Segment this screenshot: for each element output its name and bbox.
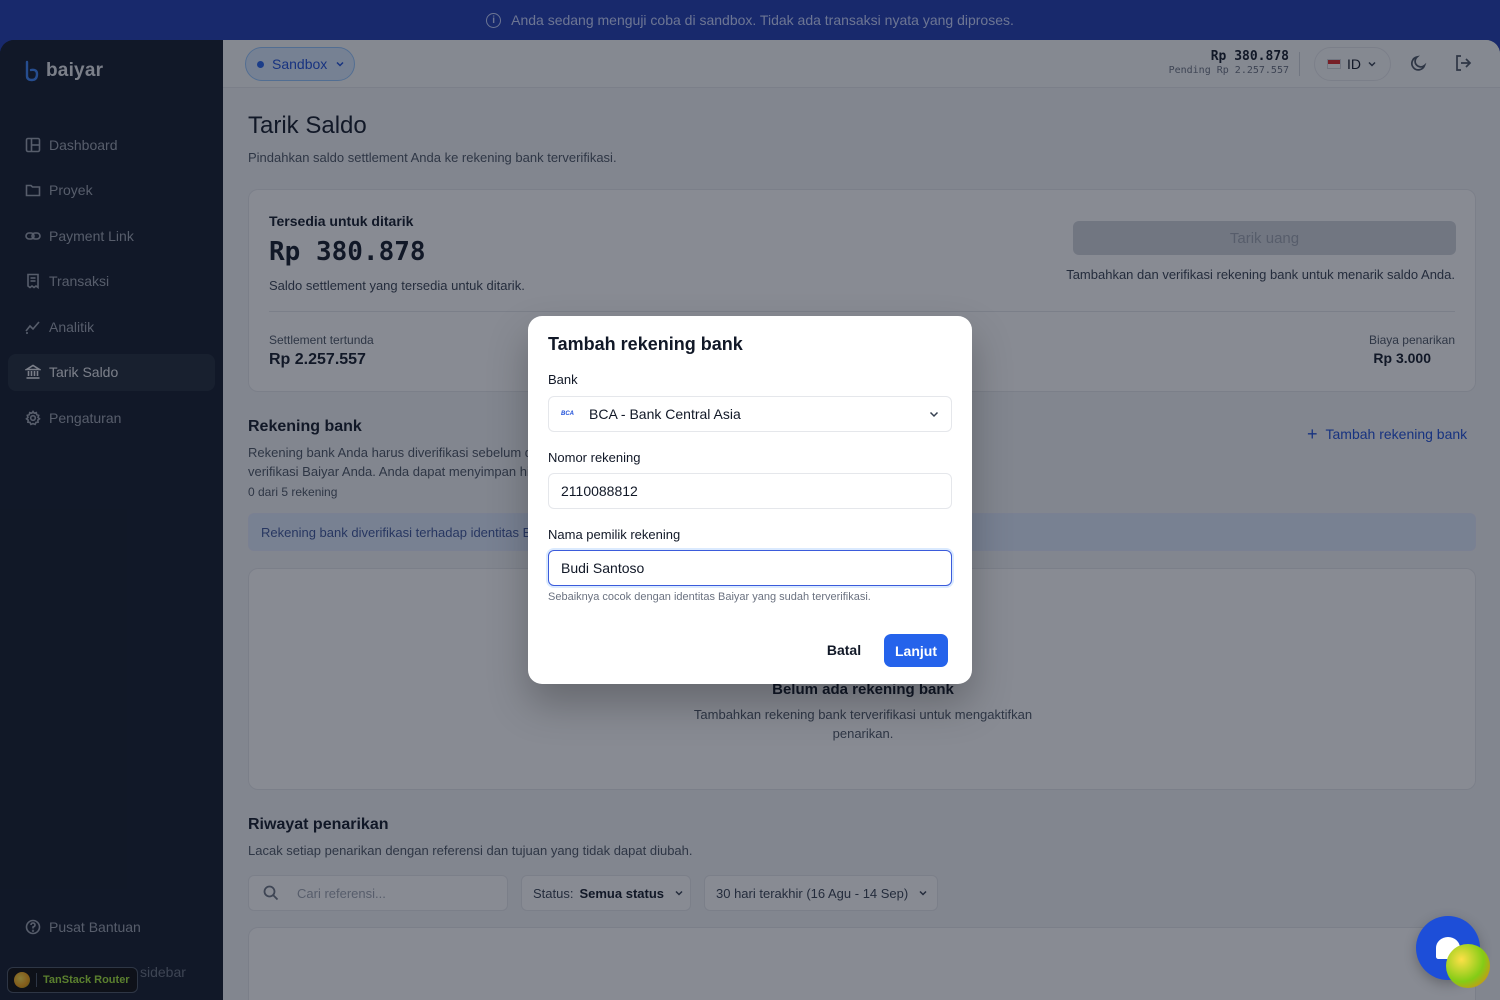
dialog-title: Tambah rekening bank xyxy=(548,334,743,354)
bank-select-value: BCA - Bank Central Asia xyxy=(589,406,741,422)
add-bank-account-dialog: Tambah rekening bank Bank BCA BCA - Bank… xyxy=(528,316,972,684)
chevron-down-icon xyxy=(929,411,939,418)
bank-field-label: Bank xyxy=(548,372,578,387)
account-owner-label: Nama pemilik rekening xyxy=(548,527,681,542)
bca-logo-icon: BCA xyxy=(561,411,574,417)
cancel-button[interactable]: Batal xyxy=(818,634,870,666)
account-owner-input[interactable]: Budi Santoso xyxy=(548,550,952,586)
account-owner-hint: Sebaiknya cocok dengan identitas Baiyar … xyxy=(548,591,871,603)
bank-select[interactable]: BCA BCA - Bank Central Asia xyxy=(548,396,952,432)
account-number-label: Nomor rekening xyxy=(548,450,641,465)
next-button[interactable]: Lanjut xyxy=(884,634,948,667)
account-number-input[interactable]: 2110088812 xyxy=(548,473,952,509)
devtools-logo-icon[interactable] xyxy=(1446,944,1490,988)
